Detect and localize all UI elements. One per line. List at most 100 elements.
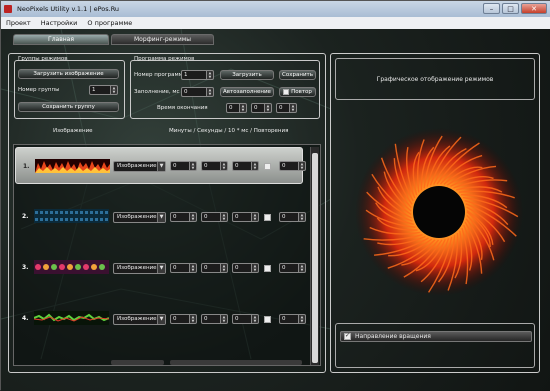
stepper-down-icon[interactable]: ▼: [252, 268, 258, 272]
stepper-down-icon[interactable]: ▼: [221, 268, 227, 272]
stepper-down-icon[interactable]: ▼: [221, 319, 227, 323]
rotation-direction-toggle[interactable]: Направление вращения: [340, 331, 532, 342]
repeats-value[interactable]: 0: [279, 314, 299, 324]
end-time-minutes-value[interactable]: 0: [226, 103, 240, 113]
repeat-checkbox[interactable]: [283, 89, 289, 95]
end-time-minutes[interactable]: 0 ▲ ▼: [226, 103, 247, 113]
centiseconds-stepper[interactable]: ▲ ▼: [252, 212, 259, 222]
rotation-direction-checkbox[interactable]: [344, 332, 351, 340]
row-4-minutes-input[interactable]: 0 ▲ ▼: [170, 314, 197, 324]
mode-select-value[interactable]: Изображение: [114, 213, 157, 222]
row-4-repeats-input[interactable]: 0 ▲ ▼: [279, 314, 306, 324]
stepper-down-icon[interactable]: ▼: [207, 92, 213, 96]
end-time-seconds[interactable]: 0 ▲ ▼: [251, 103, 272, 113]
menu-settings[interactable]: Настройки: [41, 17, 78, 29]
repeats-value[interactable]: 0: [279, 212, 299, 222]
row-2-repeat-checkbox[interactable]: [264, 214, 271, 221]
end-time-ms-value[interactable]: 0: [276, 103, 290, 113]
program-number-value[interactable]: 1: [181, 70, 207, 80]
minutes-stepper[interactable]: ▲ ▼: [190, 161, 197, 171]
mode-select-2[interactable]: Изображение ▼: [113, 212, 166, 223]
scrollbar-thumb[interactable]: [312, 153, 318, 363]
row-2-repeats-input[interactable]: 0 ▲ ▼: [279, 212, 306, 222]
stepper-down-icon[interactable]: ▼: [240, 108, 246, 112]
autofill-button[interactable]: Автозаполнение: [220, 87, 274, 97]
seconds-value[interactable]: 0: [201, 161, 221, 171]
mode-select-4[interactable]: Изображение ▼: [113, 314, 166, 325]
row-4-seconds-input[interactable]: 0 ▲ ▼: [201, 314, 228, 324]
minutes-stepper[interactable]: ▲ ▼: [190, 212, 197, 222]
chevron-down-icon[interactable]: ▼: [157, 264, 165, 273]
row-4-repeat-checkbox[interactable]: [264, 316, 271, 323]
repeats-value[interactable]: 0: [279, 263, 299, 273]
row-2-minutes-input[interactable]: 0 ▲ ▼: [170, 212, 197, 222]
seconds-stepper[interactable]: ▲ ▼: [221, 314, 228, 324]
stepper-down-icon[interactable]: ▼: [252, 217, 258, 221]
row-2-centiseconds-input[interactable]: 0 ▲ ▼: [232, 212, 259, 222]
chevron-down-icon[interactable]: ▼: [157, 162, 165, 171]
minutes-value[interactable]: 0: [170, 263, 190, 273]
mode-select-value[interactable]: Изображение: [114, 162, 157, 171]
row-3-repeat-checkbox[interactable]: [264, 265, 271, 272]
group-number-value[interactable]: 1: [89, 85, 111, 95]
stepper-down-icon[interactable]: ▼: [299, 217, 305, 221]
stepper-down-icon[interactable]: ▼: [111, 90, 117, 94]
minimize-button[interactable]: –: [483, 3, 500, 14]
row-1-minutes-input[interactable]: 0 ▲ ▼: [170, 161, 197, 171]
stepper-down-icon[interactable]: ▼: [190, 268, 196, 272]
program-number-stepper[interactable]: ▲ ▼: [207, 70, 214, 80]
row-2-seconds-input[interactable]: 0 ▲ ▼: [201, 212, 228, 222]
row-3-minutes-input[interactable]: 0 ▲ ▼: [170, 263, 197, 273]
stepper-down-icon[interactable]: ▼: [221, 217, 227, 221]
program-number-input[interactable]: 1 ▲ ▼: [181, 70, 214, 80]
row-3-seconds-input[interactable]: 0 ▲ ▼: [201, 263, 228, 273]
tab-morphing[interactable]: Морфинг-режимы: [111, 34, 214, 45]
end-time-minutes-stepper[interactable]: ▲ ▼: [240, 103, 247, 113]
centiseconds-value[interactable]: 0: [232, 161, 252, 171]
mode-select-value[interactable]: Изображение: [114, 264, 157, 273]
centiseconds-value[interactable]: 0: [232, 212, 252, 222]
repeat-toggle[interactable]: Повтор: [279, 87, 316, 97]
end-time-ms-stepper[interactable]: ▲ ▼: [290, 103, 297, 113]
tab-main[interactable]: Главная: [13, 34, 109, 45]
centiseconds-stepper[interactable]: ▲ ▼: [252, 263, 259, 273]
list-scrollbar[interactable]: [310, 147, 319, 365]
seconds-stepper[interactable]: ▲ ▼: [221, 263, 228, 273]
stepper-down-icon[interactable]: ▼: [190, 319, 196, 323]
load-image-button[interactable]: Загрузить изображение: [18, 69, 119, 79]
seconds-value[interactable]: 0: [201, 314, 221, 324]
stepper-down-icon[interactable]: ▼: [299, 319, 305, 323]
group-number-input[interactable]: 1 ▲ ▼: [89, 85, 118, 95]
menu-about[interactable]: О программе: [87, 17, 132, 29]
stepper-down-icon[interactable]: ▼: [252, 166, 258, 170]
mode-select-3[interactable]: Изображение ▼: [113, 263, 166, 274]
minutes-value[interactable]: 0: [170, 161, 190, 171]
seconds-value[interactable]: 0: [201, 212, 221, 222]
centiseconds-value[interactable]: 0: [232, 263, 252, 273]
end-time-seconds-stepper[interactable]: ▲ ▼: [265, 103, 272, 113]
end-time-ms[interactable]: 0 ▲ ▼: [276, 103, 297, 113]
minutes-value[interactable]: 0: [170, 314, 190, 324]
repeats-stepper[interactable]: ▲ ▼: [299, 212, 306, 222]
minutes-stepper[interactable]: ▲ ▼: [190, 263, 197, 273]
menu-project[interactable]: Проект: [6, 17, 31, 29]
row-1-repeat-checkbox[interactable]: [264, 163, 271, 170]
fill-ms-input[interactable]: 0 ▲ ▼: [181, 87, 214, 97]
stepper-down-icon[interactable]: ▼: [190, 217, 196, 221]
save-group-button[interactable]: Сохранить группу: [18, 102, 119, 112]
stepper-down-icon[interactable]: ▼: [221, 166, 227, 170]
repeats-value[interactable]: 0: [279, 161, 299, 171]
minutes-value[interactable]: 0: [170, 212, 190, 222]
stepper-down-icon[interactable]: ▼: [299, 166, 305, 170]
seconds-value[interactable]: 0: [201, 263, 221, 273]
repeats-stepper[interactable]: ▲ ▼: [299, 263, 306, 273]
repeats-stepper[interactable]: ▲ ▼: [299, 161, 306, 171]
seconds-stepper[interactable]: ▲ ▼: [221, 161, 228, 171]
group-number-stepper[interactable]: ▲ ▼: [111, 85, 118, 95]
stepper-down-icon[interactable]: ▼: [190, 166, 196, 170]
mode-select-value[interactable]: Изображение: [114, 315, 157, 324]
fill-ms-stepper[interactable]: ▲ ▼: [207, 87, 214, 97]
row-1-centiseconds-input[interactable]: 0 ▲ ▼: [232, 161, 259, 171]
stepper-down-icon[interactable]: ▼: [265, 108, 271, 112]
seconds-stepper[interactable]: ▲ ▼: [221, 212, 228, 222]
